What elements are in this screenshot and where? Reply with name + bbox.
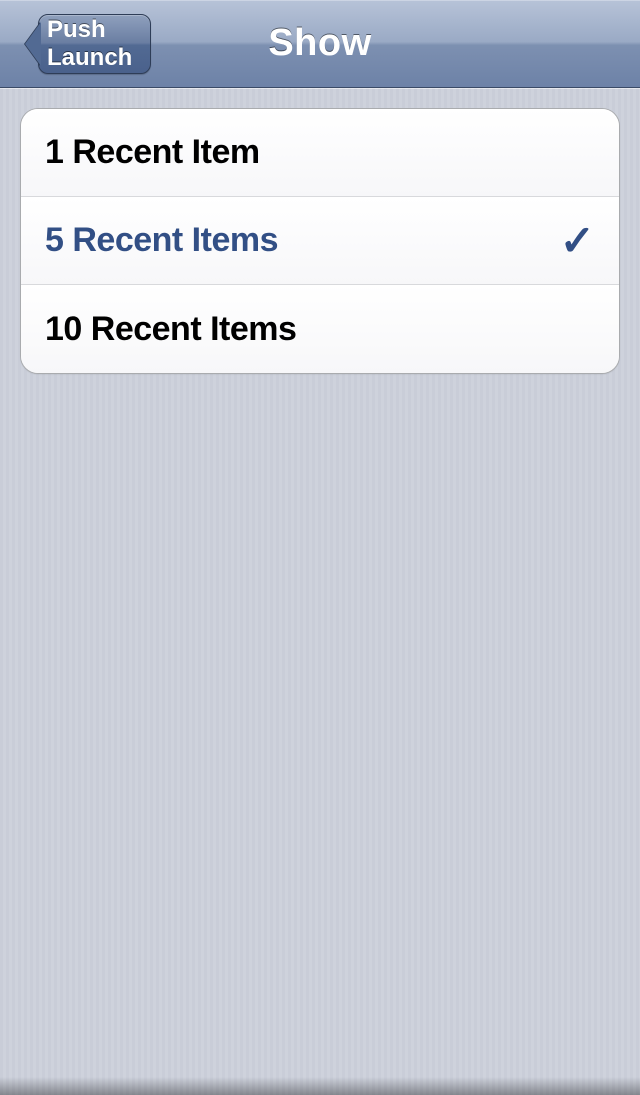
option-label: 1 Recent Item: [45, 133, 260, 172]
back-button-label: Push Launch: [47, 16, 132, 72]
bottom-shadow: [0, 1077, 640, 1095]
checkmark-icon: ✓: [560, 216, 595, 265]
options-table: 1 Recent Item 5 Recent Items ✓ 10 Recent…: [20, 108, 620, 374]
option-label: 10 Recent Items: [45, 310, 296, 349]
option-label: 5 Recent Items: [45, 221, 278, 260]
option-row-1-recent[interactable]: 1 Recent Item: [21, 109, 619, 197]
option-row-10-recent[interactable]: 10 Recent Items: [21, 285, 619, 373]
navigation-bar: Push Launch Show: [0, 0, 640, 88]
option-row-5-recent[interactable]: 5 Recent Items ✓: [21, 197, 619, 285]
content-area: 1 Recent Item 5 Recent Items ✓ 10 Recent…: [0, 88, 640, 394]
divider: [0, 88, 640, 89]
back-button[interactable]: Push Launch: [38, 14, 151, 74]
page-title: Show: [268, 22, 371, 65]
